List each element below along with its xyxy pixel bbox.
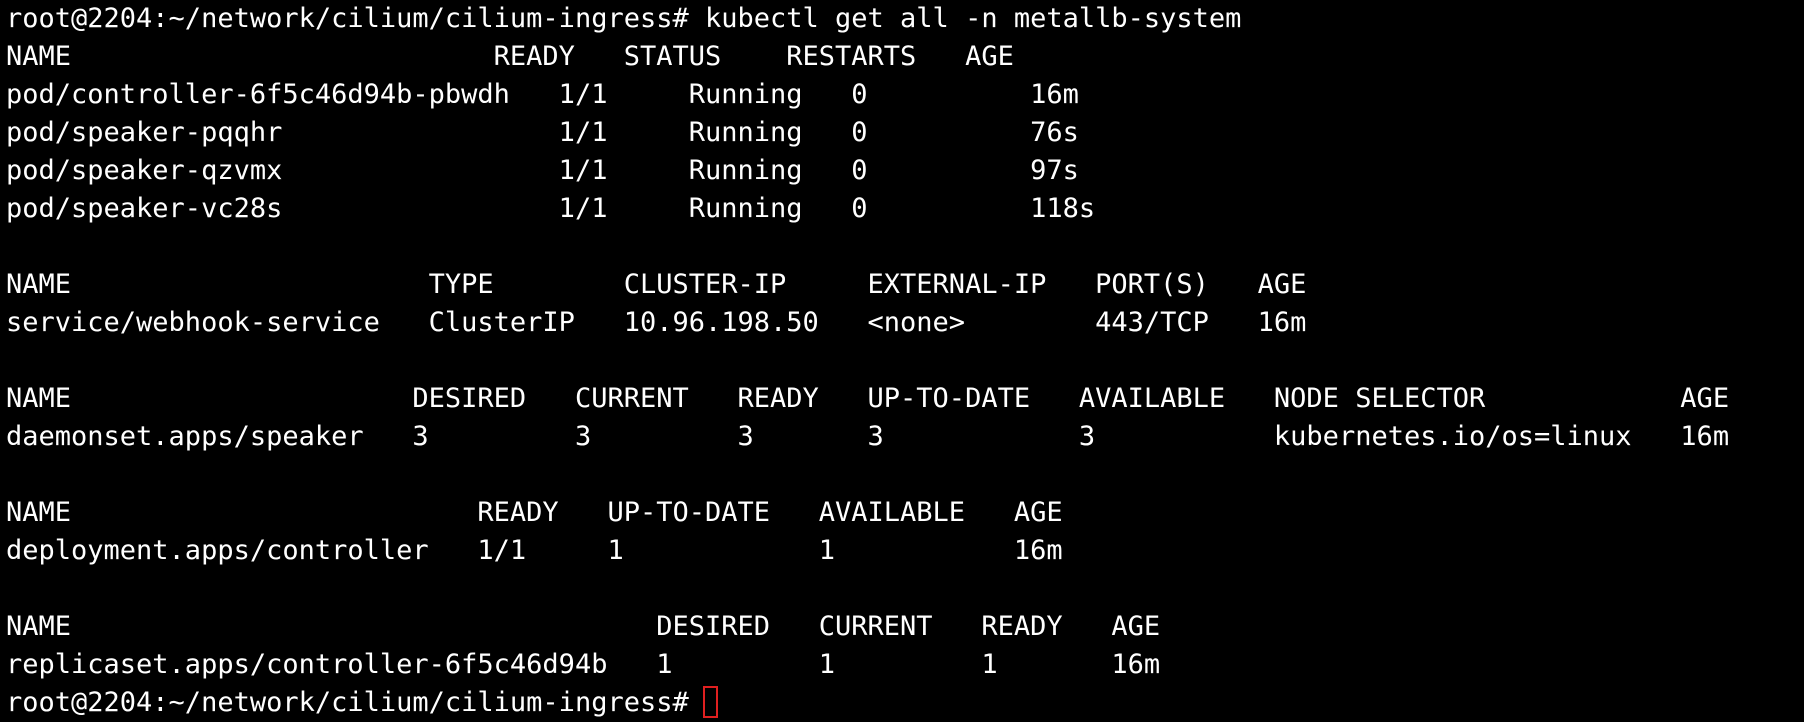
text-cursor [702,685,718,718]
pod-row: pod/controller-6f5c46d94b-pbwdh 1/1 Runn… [6,79,1079,110]
deployment-row: deployment.apps/controller 1/1 1 1 16m [6,535,1063,566]
command-line: root@2204:~/network/cilium/cilium-ingres… [6,3,1242,34]
replicaset-row: replicaset.apps/controller-6f5c46d94b 1 … [6,649,1161,680]
replicasets-header: NAME DESIRED CURRENT READY AGE [6,611,1161,642]
shell-prompt: root@2204:~/network/cilium/cilium-ingres… [6,687,689,718]
daemonset-row: daemonset.apps/speaker 3 3 3 3 3 kuberne… [6,421,1730,452]
prompt-line[interactable]: root@2204:~/network/cilium/cilium-ingres… [6,684,1804,722]
pod-row: pod/speaker-pqqhr 1/1 Running 0 76s [6,117,1079,148]
services-header: NAME TYPE CLUSTER-IP EXTERNAL-IP PORT(S)… [6,269,1307,300]
daemonsets-header: NAME DESIRED CURRENT READY UP-TO-DATE AV… [6,383,1730,414]
pod-row: pod/speaker-vc28s 1/1 Running 0 118s [6,193,1096,224]
pods-header: NAME READY STATUS RESTARTS AGE [6,41,1014,72]
deployments-header: NAME READY UP-TO-DATE AVAILABLE AGE [6,497,1063,528]
pod-row: pod/speaker-qzvmx 1/1 Running 0 97s [6,155,1079,186]
service-row: service/webhook-service ClusterIP 10.96.… [6,307,1307,338]
terminal-window[interactable]: root@2204:~/network/cilium/cilium-ingres… [0,0,1804,722]
